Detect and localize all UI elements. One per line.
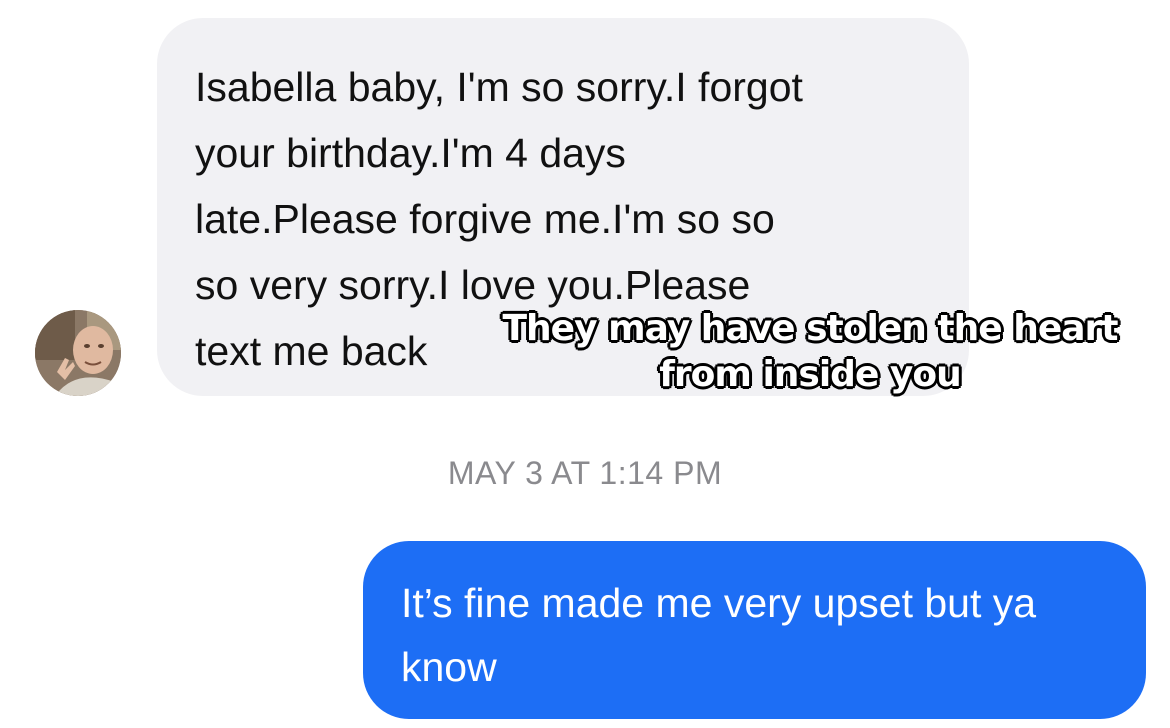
outgoing-message-bubble[interactable]: It’s fine made me very upset but ya know: [363, 541, 1146, 719]
outgoing-message-text: It’s fine made me very upset but ya know: [401, 580, 1037, 690]
user-photo-icon: [35, 310, 121, 396]
message-timestamp: MAY 3 AT 1:14 PM: [447, 455, 723, 491]
contact-avatar[interactable]: [35, 310, 121, 396]
overlay-caption: They may have stolen the heart from insi…: [501, 307, 1119, 396]
message-thread: Isabella baby, I'm so sorry.I forgot you…: [0, 0, 1170, 728]
